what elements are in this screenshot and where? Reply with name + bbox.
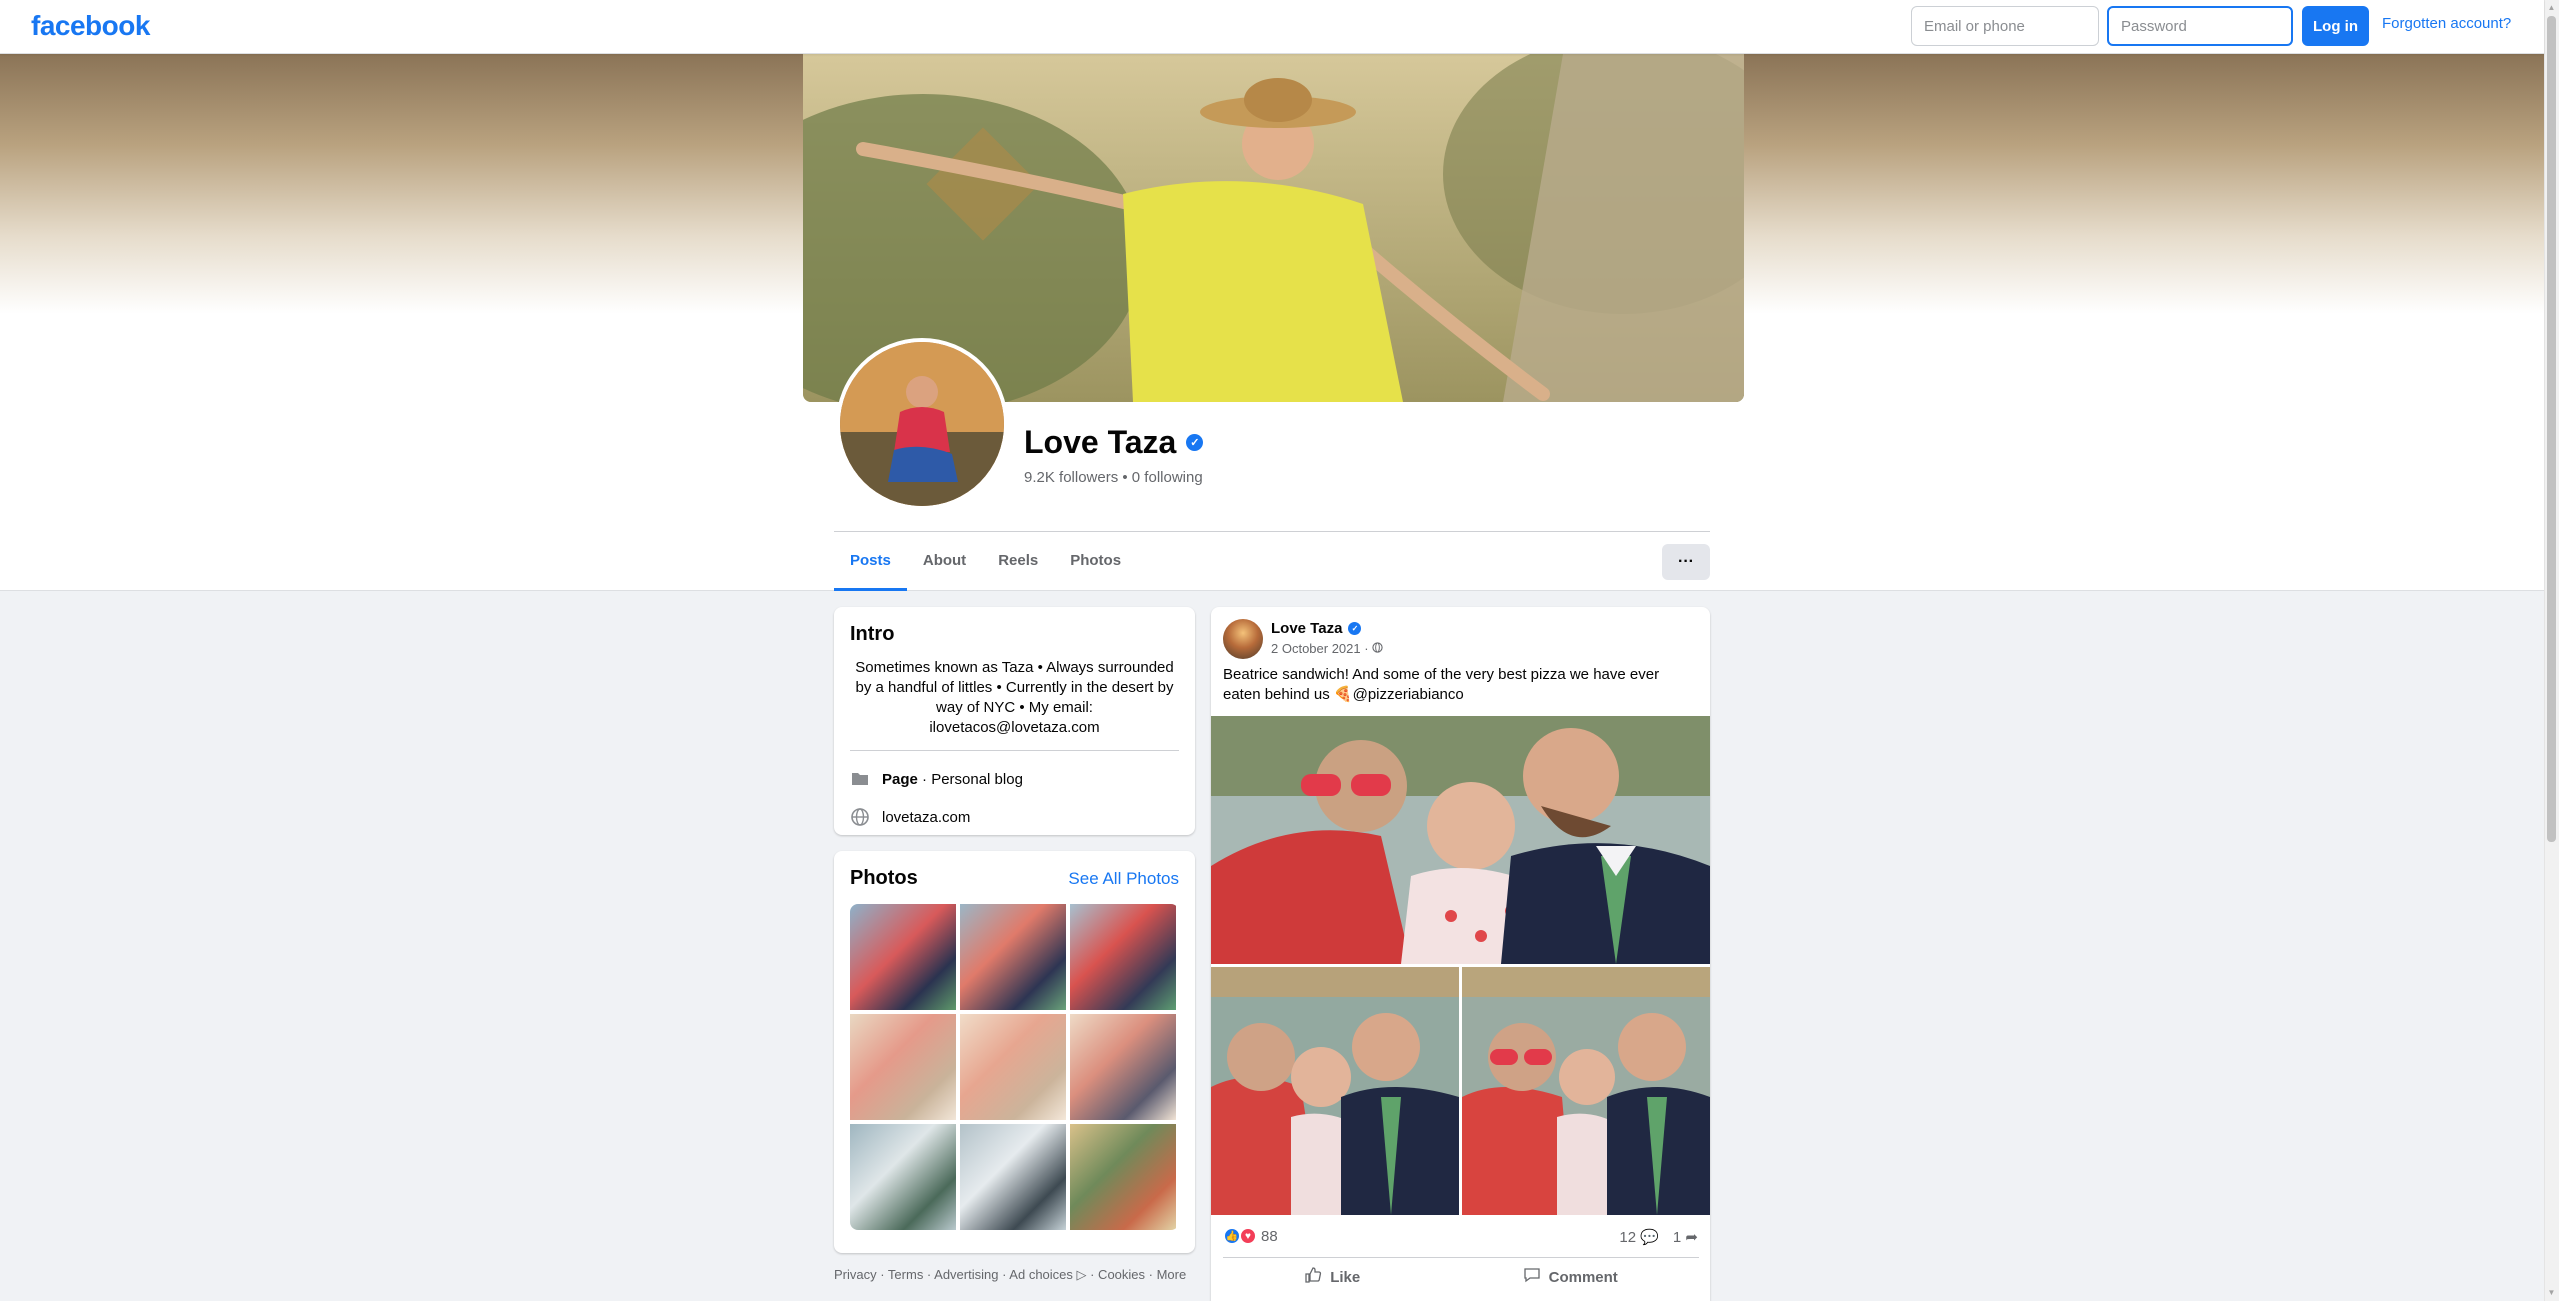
post-photo-bottom-right[interactable] bbox=[1462, 967, 1710, 1215]
password-input[interactable] bbox=[2107, 6, 2293, 46]
post-photo-bottom-right-image bbox=[1462, 967, 1710, 1215]
tab-photos[interactable]: Photos bbox=[1054, 534, 1137, 591]
photo-thumbnail[interactable] bbox=[850, 904, 956, 1010]
photo-thumbnail[interactable] bbox=[960, 1124, 1066, 1230]
page-category-text: Page · Personal blog bbox=[882, 771, 1023, 788]
like-label: Like bbox=[1330, 1268, 1361, 1286]
thumbs-up-icon bbox=[1304, 1266, 1322, 1288]
photos-header: Photos See All Photos bbox=[850, 867, 1179, 890]
photo-thumbnail[interactable] bbox=[1070, 904, 1176, 1010]
website-row[interactable]: lovetaza.com bbox=[850, 807, 1179, 827]
scroll-down-arrow-icon[interactable]: ▼ bbox=[2547, 1287, 2556, 1299]
scrollbar-thumb[interactable] bbox=[2547, 16, 2556, 842]
post-text: Beatrice sandwich! And some of the very … bbox=[1223, 666, 1660, 703]
photo-thumbnail[interactable] bbox=[1070, 1014, 1176, 1120]
comment-button[interactable]: Comment bbox=[1523, 1266, 1618, 1288]
photos-title: Photos bbox=[850, 867, 918, 889]
like-button[interactable]: Like bbox=[1304, 1266, 1360, 1288]
post-card: Love Taza ✓ 2 October 2021 · Beatrice sa… bbox=[1211, 607, 1710, 1301]
avatar-illustration bbox=[840, 342, 1004, 506]
post-photo-bottom-left-image bbox=[1211, 967, 1459, 1215]
profile-name-text: Love Taza bbox=[1024, 424, 1177, 460]
post-date-text[interactable]: 2 October 2021 · bbox=[1271, 641, 1372, 656]
profile-name: Love Taza ✓ bbox=[1024, 424, 1204, 461]
share-count-icon: ➦ bbox=[1685, 1229, 1698, 1246]
reaction-summary[interactable]: 👍 ♥ 88 bbox=[1223, 1227, 1278, 1245]
photo-thumbnail[interactable] bbox=[960, 1014, 1066, 1120]
tab-about[interactable]: About bbox=[907, 534, 982, 591]
post-date[interactable]: 2 October 2021 · bbox=[1271, 641, 1383, 656]
intro-card: Intro Sometimes known as Taza • Always s… bbox=[834, 607, 1195, 835]
post-actions: Like Comment bbox=[1223, 1257, 1699, 1288]
comment-label: Comment bbox=[1548, 1268, 1618, 1286]
email-input[interactable] bbox=[1911, 6, 2099, 46]
comment-count-icon: 💬 bbox=[1640, 1229, 1659, 1246]
share-count[interactable]: 1 ➦ bbox=[1673, 1228, 1698, 1246]
photos-card: Photos See All Photos bbox=[834, 851, 1195, 1253]
verified-badge-icon: ✓ bbox=[1348, 622, 1362, 635]
login-button[interactable]: Log in bbox=[2302, 6, 2369, 46]
page-label: Page bbox=[882, 770, 918, 788]
footer-links[interactable]: Privacy · Terms · Advertising · Ad choic… bbox=[834, 1267, 1186, 1283]
profile-picture[interactable] bbox=[836, 338, 1008, 510]
tabs-divider bbox=[834, 531, 1710, 532]
post-author[interactable]: Love Taza ✓ bbox=[1271, 620, 1362, 637]
photo-thumbnail[interactable] bbox=[850, 1124, 956, 1230]
forgotten-account-link[interactable]: Forgotten account? bbox=[2382, 15, 2511, 32]
globe-icon bbox=[1372, 641, 1383, 656]
engagement-counts: 12 💬 1 ➦ bbox=[1619, 1228, 1698, 1246]
post-author-name[interactable]: Love Taza bbox=[1271, 620, 1342, 637]
post-author-avatar[interactable] bbox=[1223, 619, 1263, 659]
comment-count-value[interactable]: 12 bbox=[1619, 1229, 1636, 1246]
more-options-button[interactable]: ··· bbox=[1662, 544, 1710, 580]
photo-thumbnail[interactable] bbox=[1070, 1124, 1176, 1230]
tab-posts[interactable]: Posts bbox=[834, 534, 907, 591]
page-category: · Personal blog bbox=[917, 770, 1023, 788]
love-reaction-icon: ♥ bbox=[1239, 1227, 1257, 1245]
globe-icon bbox=[850, 807, 870, 827]
verified-badge-icon: ✓ bbox=[1186, 434, 1204, 451]
intro-title: Intro bbox=[850, 623, 895, 645]
comment-icon bbox=[1523, 1266, 1541, 1288]
top-navigation-bar: facebook Log in Forgotten account? bbox=[0, 0, 2544, 54]
comment-count[interactable]: 12 💬 bbox=[1619, 1228, 1659, 1246]
photo-thumbnail[interactable] bbox=[960, 904, 1066, 1010]
share-count-value[interactable]: 1 bbox=[1673, 1229, 1681, 1246]
follower-stats[interactable]: 9.2K followers • 0 following bbox=[1024, 469, 1203, 486]
profile-picture-image bbox=[840, 342, 1004, 506]
photo-grid bbox=[850, 904, 1179, 1230]
facebook-logo[interactable]: facebook bbox=[31, 10, 150, 42]
page-category-row: Page · Personal blog bbox=[850, 769, 1179, 789]
scroll-up-arrow-icon[interactable]: ▲ bbox=[2547, 2, 2556, 14]
photo-thumbnail[interactable] bbox=[850, 1014, 956, 1120]
post-photo-main-image bbox=[1211, 716, 1710, 964]
post-photo-main[interactable] bbox=[1211, 716, 1710, 964]
tab-reels[interactable]: Reels bbox=[982, 534, 1054, 591]
intro-bio: Sometimes known as Taza • Always surroun… bbox=[850, 658, 1179, 751]
folder-icon bbox=[850, 769, 870, 789]
reaction-count[interactable]: 88 bbox=[1261, 1228, 1278, 1245]
profile-tabs: Posts About Reels Photos bbox=[834, 534, 1137, 591]
website-link[interactable]: lovetaza.com bbox=[882, 809, 970, 826]
see-all-photos-link[interactable]: See All Photos bbox=[1068, 869, 1179, 889]
post-photo-bottom-left[interactable] bbox=[1211, 967, 1459, 1215]
